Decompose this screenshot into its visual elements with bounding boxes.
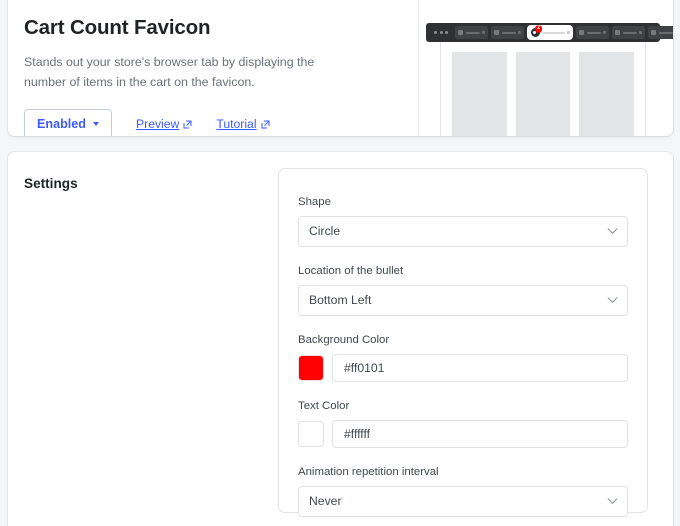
animation-interval-select[interactable]: Never <box>298 485 628 517</box>
background-color-input[interactable]: #ff0101 <box>332 353 628 382</box>
field-background-color: Background Color #ff0101 <box>298 333 628 382</box>
chevron-down-icon <box>607 293 618 304</box>
layout-guide-line <box>440 42 441 136</box>
browser-tab-active: 2 <box>527 25 573 40</box>
field-shape: Shape Circle <box>298 195 628 247</box>
browser-tab <box>576 26 609 39</box>
settings-heading: Settings <box>24 176 78 191</box>
field-bullet-location: Location of the bullet Bottom Left <box>298 264 628 316</box>
chevron-down-icon <box>607 494 618 505</box>
field-background-color-label: Background Color <box>298 333 390 346</box>
preview-link[interactable]: Preview <box>136 117 192 131</box>
text-color-swatch[interactable] <box>298 420 324 447</box>
external-link-icon <box>261 120 270 129</box>
text-color-input[interactable]: #ffffff <box>332 419 628 448</box>
app-header-card: Cart Count Favicon Stands out your store… <box>8 0 673 136</box>
status-dropdown-label: Enabled <box>37 117 86 132</box>
cart-favicon-icon: 2 <box>531 25 543 37</box>
background-color-swatch[interactable] <box>298 354 324 381</box>
field-shape-label: Shape <box>298 196 331 208</box>
preview-viewport <box>426 42 660 136</box>
preview-illustration: 2 <box>418 0 673 136</box>
window-controls-icon <box>434 31 448 34</box>
layout-guide-line <box>645 42 646 136</box>
tutorial-link[interactable]: Tutorial <box>216 117 270 132</box>
field-text-color-label: Text Color <box>298 399 350 412</box>
product-placeholder-grid <box>452 52 635 136</box>
text-color-row: #ffffff <box>298 419 628 448</box>
header-text-column: Cart Count Favicon Stands out your store… <box>8 0 418 136</box>
chevron-down-icon <box>607 224 618 235</box>
product-placeholder <box>579 52 635 136</box>
product-placeholder <box>515 52 571 136</box>
field-animation-interval: Animation repetition interval Never <box>298 465 628 517</box>
settings-form-panel: Shape Circle Location of the bullet Bott… <box>278 168 648 517</box>
status-dropdown-button[interactable]: Enabled <box>24 108 112 136</box>
settings-card: Settings Shape Circle Location of the bu… <box>8 152 673 526</box>
preview-link-label: Preview <box>136 117 180 132</box>
browser-tab <box>648 26 673 39</box>
header-action-row: Enabled Preview Tutorial <box>24 108 418 136</box>
bullet-location-select[interactable]: Bottom Left <box>298 284 628 316</box>
product-placeholder <box>452 52 507 136</box>
browser-tab <box>612 26 645 39</box>
page-title: Cart Count Favicon <box>24 16 211 39</box>
field-text-color: Text Color #ffffff <box>298 399 628 448</box>
background-color-value: #ff0101 <box>344 360 385 375</box>
animation-interval-select-value: Never <box>309 494 342 509</box>
text-color-value: #ffffff <box>344 426 370 441</box>
browser-chrome-mock: 2 <box>426 23 673 42</box>
browser-tab <box>491 26 524 39</box>
tutorial-link-label: Tutorial <box>216 117 257 132</box>
cart-count-badge: 2 <box>534 25 543 33</box>
page-root: Cart Count Favicon Stands out your store… <box>0 0 680 526</box>
bullet-location-select-value: Bottom Left <box>309 293 372 308</box>
shape-select[interactable]: Circle <box>298 215 628 247</box>
background-color-row: #ff0101 <box>298 353 628 382</box>
chevron-down-icon <box>93 122 99 127</box>
browser-tab <box>455 26 488 39</box>
field-animation-interval-label: Animation repetition interval <box>298 465 439 478</box>
external-link-icon <box>183 120 192 129</box>
header-inner: Cart Count Favicon Stands out your store… <box>8 0 673 136</box>
shape-select-value: Circle <box>309 224 341 239</box>
app-description: Stands out your store's browser tab by d… <box>24 54 315 89</box>
field-bullet-location-label: Location of the bullet <box>298 264 404 277</box>
